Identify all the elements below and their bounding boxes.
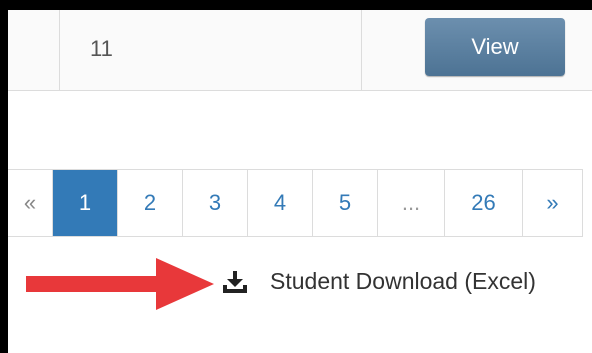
download-label: Student Download (Excel) <box>270 268 536 294</box>
pagination-page-5[interactable]: 5 <box>313 170 378 236</box>
pagination-page-3[interactable]: 3 <box>183 170 248 236</box>
student-download-link[interactable]: Student Download (Excel) <box>222 268 536 295</box>
pagination-page-26[interactable]: 26 <box>445 170 523 236</box>
table-cell-action: View <box>361 10 592 90</box>
table-cell-count: 11 <box>59 10 362 90</box>
view-button[interactable]: View <box>425 18 565 76</box>
pagination-ellipsis: ... <box>378 170 445 236</box>
row-count-value: 11 <box>90 36 113 61</box>
pagination-page-1[interactable]: 1 <box>53 170 118 236</box>
pagination: « 1 2 3 4 5 ... 26 » <box>8 169 583 237</box>
screenshot-frame: 11 View « 1 2 3 4 5 ... 26 » Student Dow… <box>8 10 592 353</box>
red-arrow-icon <box>26 258 214 310</box>
pagination-next[interactable]: » <box>523 170 583 236</box>
pagination-page-4[interactable]: 4 <box>248 170 313 236</box>
table-cell-empty <box>8 10 59 90</box>
table-row: 11 View <box>8 10 592 91</box>
download-icon <box>223 270 247 293</box>
pagination-prev[interactable]: « <box>8 170 53 236</box>
pagination-page-2[interactable]: 2 <box>118 170 183 236</box>
